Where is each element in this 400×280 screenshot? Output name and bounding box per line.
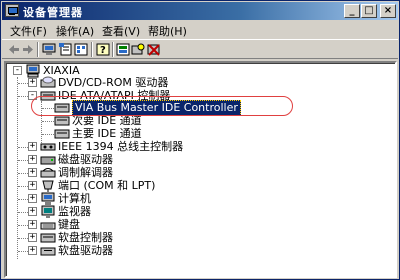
expand-toggle[interactable]: +: [28, 207, 37, 216]
view-list-icon[interactable]: [74, 43, 88, 56]
refresh-icon[interactable]: [116, 43, 130, 56]
svg-text:?: ?: [100, 45, 106, 56]
maximize-button[interactable]: □: [361, 4, 377, 18]
tree-line: [18, 173, 28, 174]
expand-toggle[interactable]: +: [28, 194, 37, 203]
toolbar-separator: [112, 42, 114, 57]
collapse-toggle[interactable]: -: [13, 66, 22, 75]
help-icon[interactable]: ?: [96, 43, 110, 56]
tree-line: [18, 212, 28, 213]
disable-device-icon[interactable]: [147, 43, 161, 56]
tree-line: [42, 134, 54, 135]
toolbar: ?: [2, 39, 398, 59]
toolbar-separator: [37, 42, 39, 57]
window-title: 设备管理器: [23, 6, 83, 19]
expand-toggle[interactable]: +: [28, 155, 37, 164]
tree-line: [18, 96, 28, 97]
menu-bar: 文件(F) 操作(A) 查看(V) 帮助(H): [2, 21, 398, 39]
expand-toggle[interactable]: +: [28, 233, 37, 242]
tree-line: [18, 199, 28, 200]
device-manager-icon: [5, 4, 19, 17]
menu-view[interactable]: 查看(V): [102, 23, 140, 39]
device-tree[interactable]: - XIAXIA + DVD/CD-ROM 驱动器 - IDE ATA/ATAP…: [4, 61, 397, 278]
tree-line: [18, 225, 28, 226]
expand-toggle[interactable]: +: [28, 181, 37, 190]
expand-toggle[interactable]: +: [28, 142, 37, 151]
tree-line: [42, 121, 54, 122]
tree-line: [18, 238, 28, 239]
tree-label: 软盘驱动器: [58, 244, 113, 257]
expand-toggle[interactable]: +: [28, 168, 37, 177]
tree-line: [18, 251, 28, 252]
title-bar[interactable]: 设备管理器 _ □ ×: [2, 2, 398, 20]
minimize-button[interactable]: _: [344, 4, 360, 18]
menu-action[interactable]: 操作(A): [56, 23, 94, 39]
tree-node[interactable]: + 软盘驱动器: [6, 243, 395, 259]
expand-toggle[interactable]: +: [28, 78, 37, 87]
annotation-circle: [31, 96, 293, 116]
expand-toggle[interactable]: +: [28, 220, 37, 229]
scan-hardware-icon[interactable]: [131, 43, 145, 56]
floppy-drive-icon: [40, 247, 56, 256]
menu-help[interactable]: 帮助(H): [148, 23, 187, 39]
toolbar-separator: [91, 42, 93, 57]
close-button[interactable]: ×: [380, 4, 396, 18]
tree-line: [18, 83, 28, 84]
tree-line: [18, 147, 28, 148]
tree-line: [18, 186, 28, 187]
tree-line: [18, 160, 28, 161]
properties-icon[interactable]: [59, 43, 73, 56]
device-manager-window: 设备管理器 _ □ × 文件(F) 操作(A) 查看(V) 帮助(H) ? - …: [0, 0, 400, 280]
expand-toggle[interactable]: +: [28, 246, 37, 255]
forward-icon[interactable]: [21, 43, 35, 56]
back-icon[interactable]: [7, 43, 21, 56]
menu-file[interactable]: 文件(F): [10, 23, 47, 39]
computer-view-icon[interactable]: [42, 43, 56, 56]
